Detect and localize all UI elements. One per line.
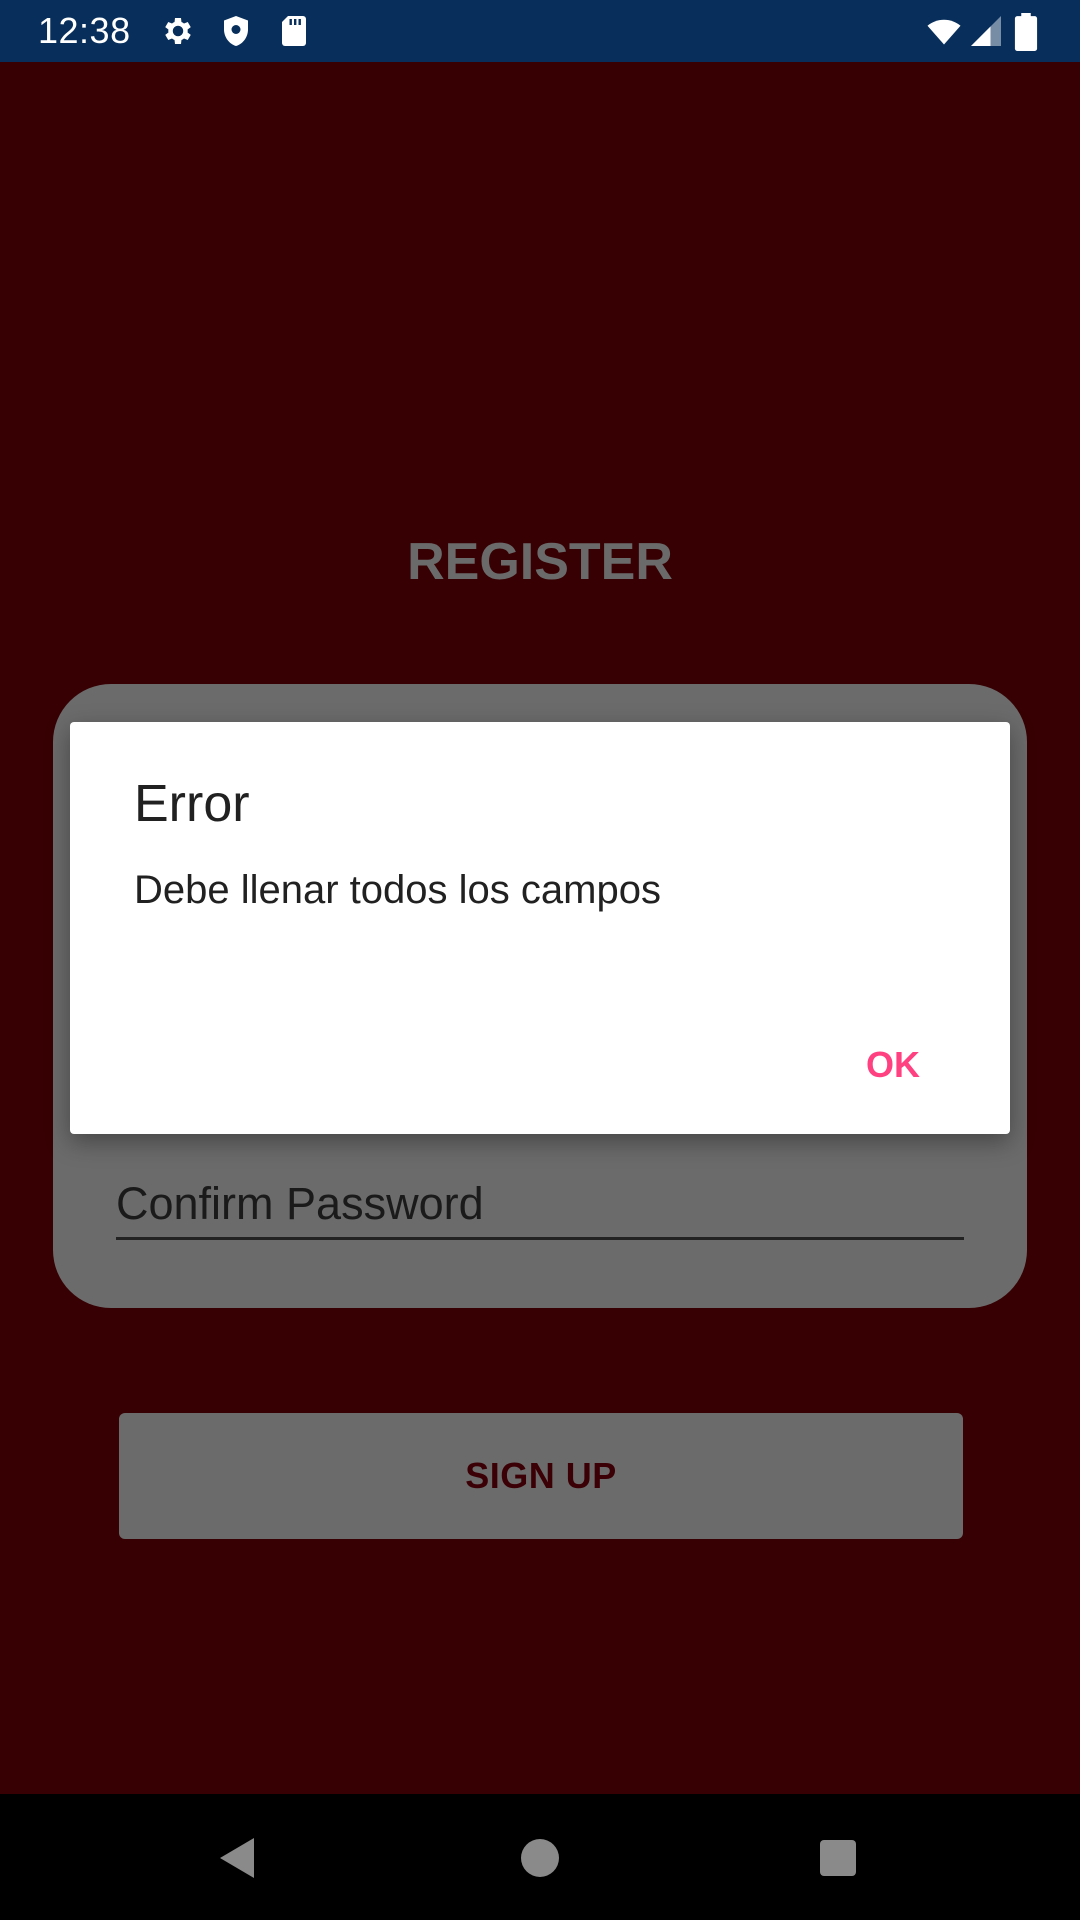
battery-icon [1013,13,1043,51]
status-bar: 12:38 [0,0,1080,62]
home-icon[interactable] [516,1834,564,1882]
page-title: REGISTER [407,533,673,591]
error-dialog: Error Debe llenar todos los campos OK [70,722,1010,1134]
dialog-ok-button[interactable]: OK [856,1040,930,1090]
dialog-message: Debe llenar todos los campos [134,868,661,912]
navigation-bar [0,1794,1080,1920]
recents-icon[interactable] [814,1834,862,1882]
sd-card-icon [276,13,312,49]
wifi-icon [922,13,966,49]
status-time: 12:38 [38,10,131,51]
dialog-title: Error [134,775,250,833]
confirm-password-field[interactable]: Confirm Password [116,1171,964,1240]
sign-up-button[interactable]: SIGN UP [119,1413,963,1539]
gear-icon [160,13,196,49]
shield-icon [218,13,254,49]
cell-signal-icon [968,13,1004,49]
back-icon[interactable] [214,1834,262,1882]
